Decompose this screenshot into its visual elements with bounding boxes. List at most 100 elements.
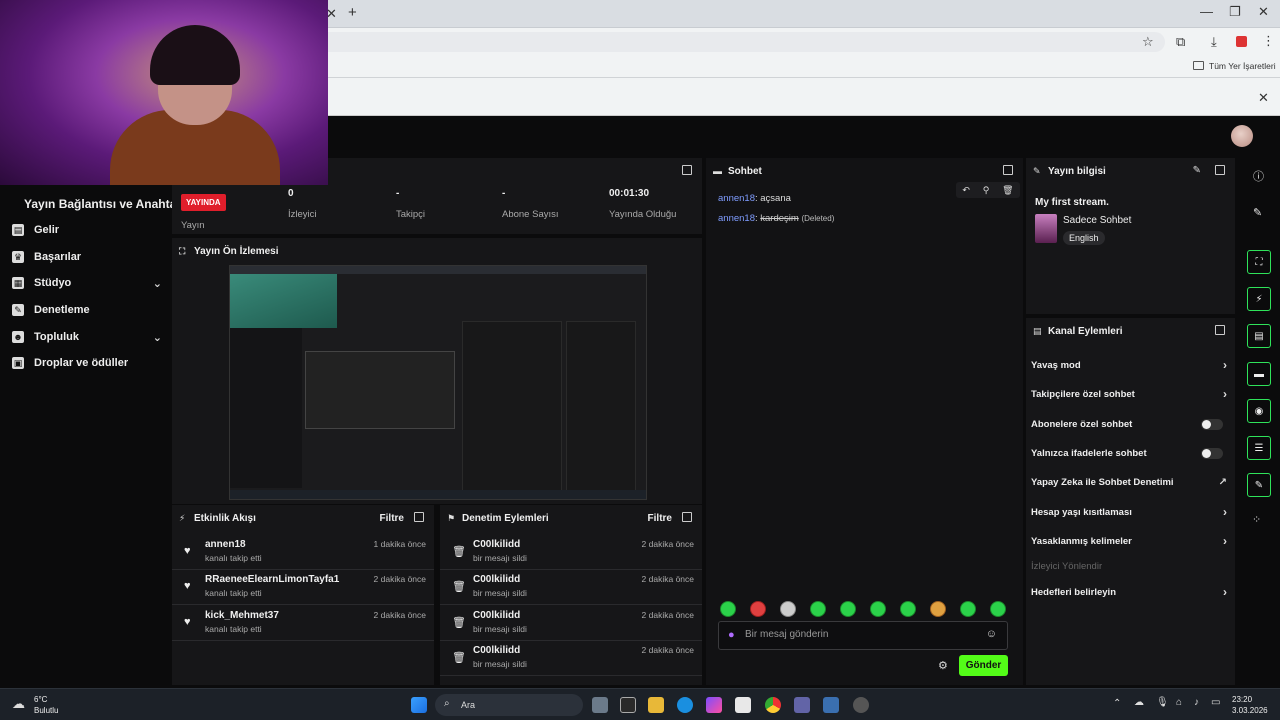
sidebar-item-studyo[interactable]: ▦ Stüdyo ⌄ xyxy=(12,273,162,293)
stream-preview-video[interactable] xyxy=(229,265,647,500)
emoji-icon[interactable]: ☺ xyxy=(986,628,997,640)
battery-icon[interactable]: ▭ xyxy=(1211,697,1220,708)
extensions-icon[interactable]: ⧉ xyxy=(1176,34,1185,50)
emote-icon[interactable] xyxy=(780,601,796,617)
sidebar-item-denetleme[interactable]: ✎ Denetleme xyxy=(12,300,162,320)
emote-icon[interactable] xyxy=(840,601,856,617)
setting-banned-words[interactable]: Yasaklanmış kelimeler › xyxy=(1031,531,1227,551)
chat-input[interactable] xyxy=(745,629,975,640)
list-item[interactable]: 🗑 C00lkilidd bir mesajı sildi 2 dakika ö… xyxy=(440,606,702,641)
sidebar-item-gelir[interactable]: ▤ Gelir xyxy=(12,220,162,240)
popout-icon[interactable] xyxy=(1215,165,1225,175)
teams-icon[interactable] xyxy=(794,697,810,713)
edit-icon[interactable]: ✎ xyxy=(1253,206,1262,219)
sidebar-title[interactable]: Yayın Bağlantısı ve Anahtarı xyxy=(24,197,184,211)
store-icon[interactable] xyxy=(735,697,751,713)
sidebar-item-basarilar[interactable]: ♛ Başarılar xyxy=(12,247,162,267)
emote-icon[interactable] xyxy=(870,601,886,617)
popout-icon[interactable] xyxy=(1003,165,1013,175)
close-infobar-icon[interactable]: ✕ xyxy=(1258,90,1269,106)
list-item[interactable]: ♥ kick_Mehmet37 kanalı takip etti 2 daki… xyxy=(172,606,434,641)
setting-goals[interactable]: Hedefleri belirleyin › xyxy=(1031,582,1227,602)
mic-icon[interactable]: ● xyxy=(728,629,735,641)
edge-icon[interactable] xyxy=(677,697,693,713)
chat-username[interactable]: annen18 xyxy=(718,213,755,224)
setting-subscribers-only[interactable]: Abonelere özel sohbet xyxy=(1031,414,1227,434)
list-item[interactable]: ♥ RRaeneeElearnLimonTayfa1 kanalı takip … xyxy=(172,570,434,605)
chrome-icon[interactable] xyxy=(765,697,781,713)
filter-button[interactable]: Filtre xyxy=(380,513,404,524)
network-icon[interactable]: ⌂ xyxy=(1176,697,1182,708)
emote-icon[interactable] xyxy=(990,601,1006,617)
rail-button[interactable]: ▤ xyxy=(1247,324,1271,348)
setting-slow-mode[interactable]: Yavaş mod › xyxy=(1031,355,1227,375)
toggle-switch[interactable] xyxy=(1201,418,1223,430)
file-explorer-icon[interactable] xyxy=(648,697,664,713)
emote-icon[interactable] xyxy=(900,601,916,617)
gear-icon[interactable]: ⚙ xyxy=(938,659,948,672)
shield-icon[interactable] xyxy=(823,697,839,713)
download-icon[interactable]: ⤓ xyxy=(1211,34,1217,50)
more-icon[interactable]: ⁘ xyxy=(1252,513,1261,526)
filter-button[interactable]: Filtre xyxy=(648,513,672,524)
minimize-icon[interactable]: — xyxy=(1200,4,1213,19)
send-button[interactable]: Gönder xyxy=(959,655,1008,676)
obs-icon[interactable] xyxy=(853,697,869,713)
rail-button[interactable]: ☰ xyxy=(1247,436,1271,460)
all-bookmarks-link[interactable]: Tüm Yer İşaretleri xyxy=(1209,61,1276,71)
undo-icon[interactable]: ↶ xyxy=(962,185,970,196)
avatar[interactable] xyxy=(1231,125,1253,147)
emote-icon[interactable] xyxy=(720,601,736,617)
rail-button[interactable]: ◉ xyxy=(1247,399,1271,423)
taskbar-search[interactable]: ⌕ Ara xyxy=(435,694,583,716)
copilot-icon[interactable] xyxy=(706,697,722,713)
emote-icon[interactable] xyxy=(810,601,826,617)
setting-account-age[interactable]: Hesap yaşı kısıtlaması › xyxy=(1031,502,1227,522)
maximize-icon[interactable]: ❐ xyxy=(1229,4,1241,20)
list-item[interactable]: 🗑 C00lkilidd bir mesajı sildi 2 dakika ö… xyxy=(440,641,702,676)
rail-button[interactable]: ▬ xyxy=(1247,362,1271,386)
popout-icon[interactable] xyxy=(1215,325,1225,335)
popout-icon[interactable] xyxy=(682,512,692,522)
menu-icon[interactable]: ⋮ xyxy=(1262,33,1275,49)
start-icon[interactable] xyxy=(411,697,427,713)
category-name[interactable]: Sadece Sohbet xyxy=(1063,215,1131,226)
close-window-icon[interactable]: ✕ xyxy=(1258,4,1269,20)
volume-icon[interactable]: ♪ xyxy=(1194,697,1199,708)
cloud-icon[interactable]: ☁ xyxy=(1134,697,1144,708)
clock-time[interactable]: 23:20 xyxy=(1232,695,1252,704)
sidebar-item-topluluk[interactable]: ☻ Topluluk ⌄ xyxy=(12,327,162,347)
sidebar-item-droplar[interactable]: ▣ Droplar ve ödüller xyxy=(12,353,162,373)
rail-button[interactable]: ⚡ xyxy=(1247,287,1271,311)
list-item[interactable]: ♥ annen18 kanalı takip etti 1 dakika önc… xyxy=(172,535,434,570)
list-item[interactable]: 🗑 C00lkilidd bir mesajı sildi 2 dakika ö… xyxy=(440,570,702,605)
delete-icon[interactable]: 🗑 xyxy=(1002,185,1013,196)
tray-chevron-icon[interactable]: ⌃ xyxy=(1113,698,1121,709)
emote-icon[interactable] xyxy=(750,601,766,617)
rail-button[interactable]: ⛶ xyxy=(1247,250,1271,274)
popout-icon[interactable] xyxy=(414,512,424,522)
app-icon[interactable] xyxy=(620,697,636,713)
pin-icon[interactable]: ⚲ xyxy=(983,185,990,196)
new-tab-button[interactable]: + xyxy=(348,4,357,21)
chat-message[interactable]: annen18: açsana xyxy=(718,193,791,204)
edit-icon[interactable]: ✎ xyxy=(1193,165,1201,176)
emote-icon[interactable] xyxy=(930,601,946,617)
setting-emotes-only[interactable]: Yalnızca ifadelerle sohbet xyxy=(1031,443,1227,463)
emote-icon[interactable] xyxy=(960,601,976,617)
chat-username[interactable]: annen18 xyxy=(718,193,755,204)
extension-icon[interactable] xyxy=(1236,36,1247,47)
clock-date[interactable]: 3.03.2026 xyxy=(1232,706,1268,715)
toggle-switch[interactable] xyxy=(1201,447,1223,459)
rail-button[interactable]: ✎ xyxy=(1247,473,1271,497)
popout-icon[interactable] xyxy=(682,165,692,175)
chat-input-box[interactable]: ● ☺ xyxy=(718,621,1008,650)
setting-ai-moderation[interactable]: Yapay Zeka ile Sohbet Denetimi ↗ xyxy=(1031,472,1227,492)
mic-icon[interactable]: 🎙 xyxy=(1156,697,1169,708)
task-view-icon[interactable] xyxy=(592,697,608,713)
setting-followers-only[interactable]: Takipçilere özel sohbet › xyxy=(1031,384,1227,404)
chat-message[interactable]: annen18: kardeşim (Deleted) xyxy=(718,213,834,224)
list-item[interactable]: 🗑 C00lkilidd bir mesajı sildi 2 dakika ö… xyxy=(440,535,702,570)
info-icon[interactable]: ⓘ xyxy=(1253,168,1264,184)
star-icon[interactable]: ☆ xyxy=(1142,34,1154,50)
